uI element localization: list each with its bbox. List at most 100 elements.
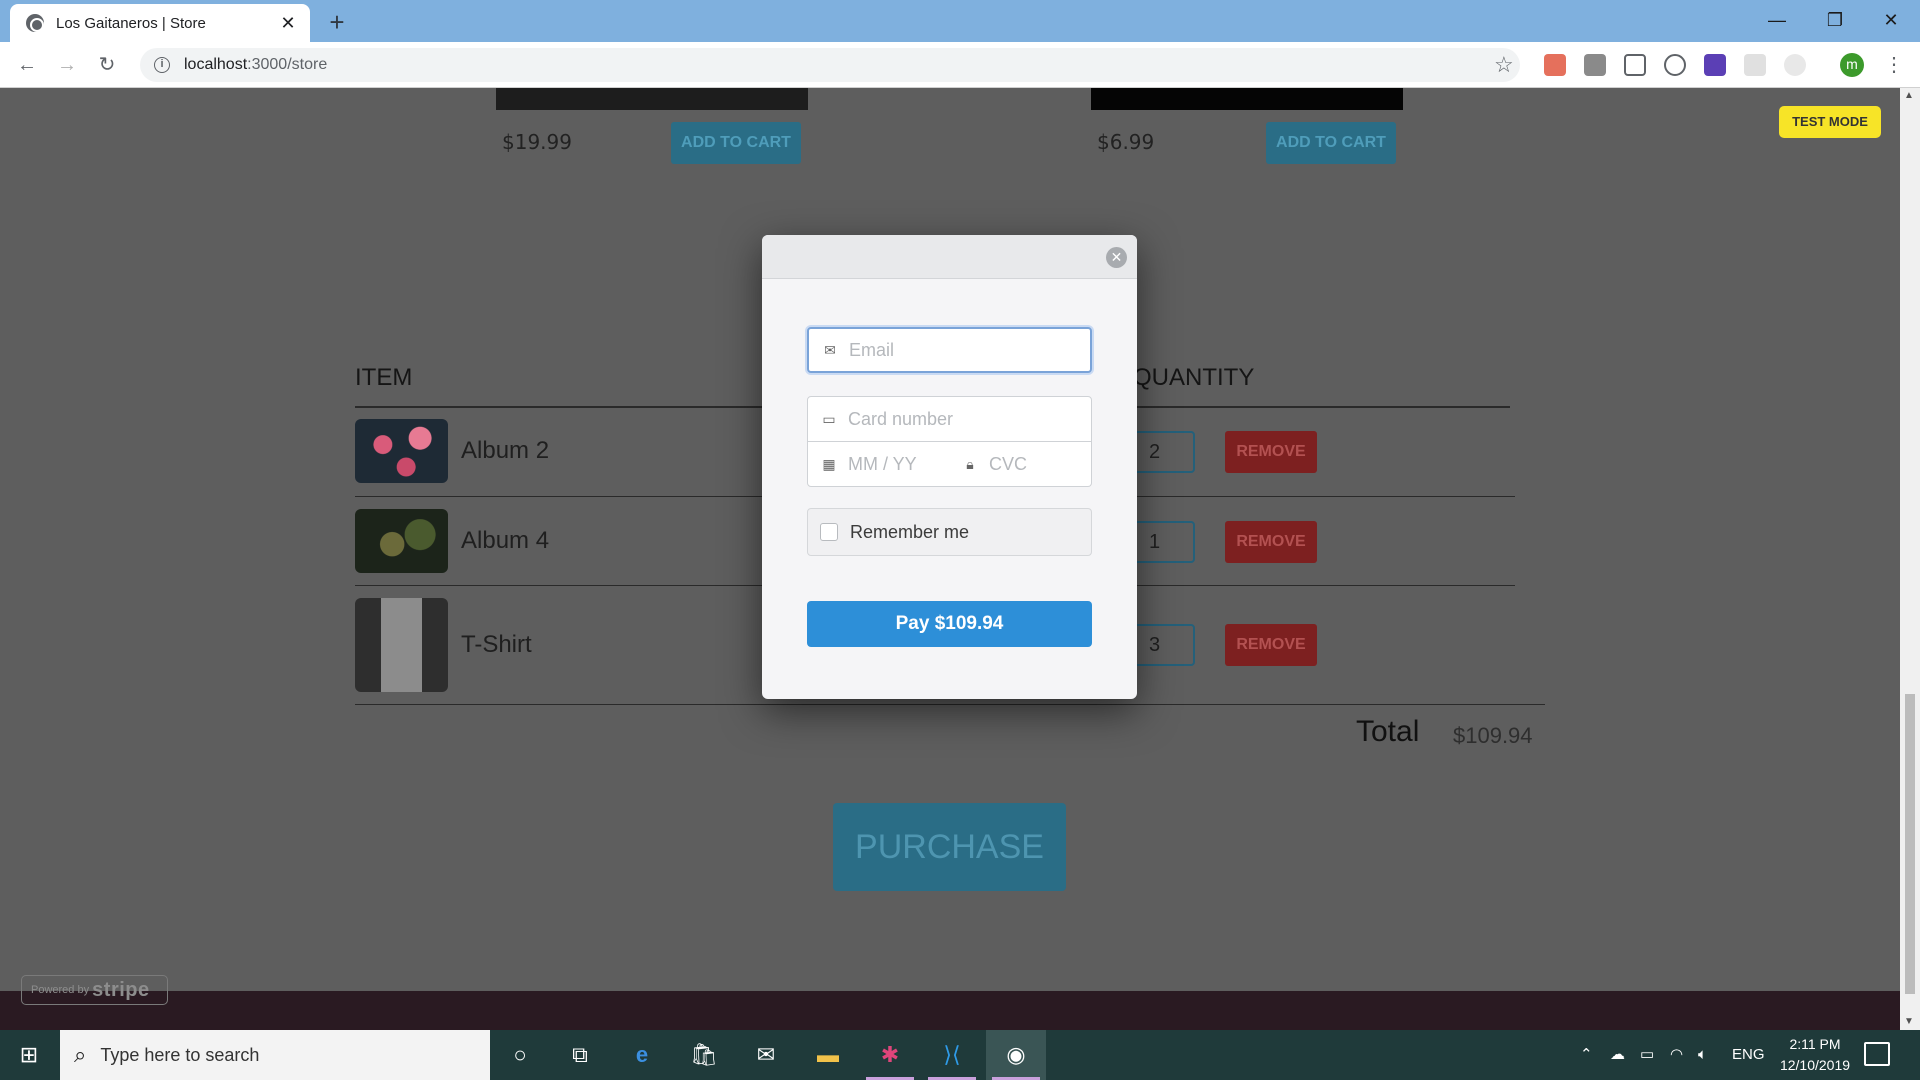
task-view-icon[interactable]: ⧉: [550, 1030, 610, 1080]
scroll-down-arrow-icon[interactable]: ▼: [1904, 1016, 1914, 1027]
cvc-placeholder: CVC: [989, 453, 1028, 474]
clock-time: 2:11 PM: [1789, 1036, 1841, 1052]
t-shirt-thumbnail: [355, 598, 448, 692]
page-scrollbar[interactable]: ▲ ▼: [1900, 88, 1920, 1030]
onedrive-icon[interactable]: ☁: [1610, 1030, 1625, 1080]
taskbar-search-placeholder: Type here to search: [100, 1044, 260, 1065]
scrollbar-thumb[interactable]: [1905, 694, 1915, 994]
edge-browser-icon[interactable]: e: [612, 1030, 672, 1080]
add-to-cart-button[interactable]: ADD TO CART: [1266, 122, 1396, 164]
expiry-field[interactable]: ▦ MM / YY: [807, 441, 950, 487]
expiry-placeholder: MM / YY: [848, 453, 917, 474]
product-image: [496, 88, 808, 110]
album-2-thumbnail: [355, 419, 448, 483]
reload-icon[interactable]: ↻: [92, 50, 122, 80]
volume-icon[interactable]: 🔈︎: [1698, 1030, 1707, 1080]
total-label: Total: [1356, 715, 1420, 748]
remember-me-label: Remember me: [850, 521, 970, 542]
clock-date: 12/10/2019: [1779, 1057, 1851, 1073]
minimize-icon[interactable]: —: [1748, 0, 1806, 40]
taskbar-search-box[interactable]: ⌕ Type here to search: [60, 1030, 490, 1080]
email-field[interactable]: ✉ Email: [807, 327, 1092, 373]
browser-toolbar: ← → ↻ i localhost:3000/store ☆ m ⋮: [0, 42, 1920, 88]
credit-card-icon: ▭: [822, 410, 836, 427]
total-value: $109.94: [1453, 723, 1533, 748]
tray-chevron-icon[interactable]: ⌃: [1580, 1030, 1593, 1080]
card-number-placeholder: Card number: [848, 408, 954, 429]
remove-button[interactable]: REMOVE: [1225, 431, 1317, 473]
mail-icon[interactable]: ✉: [736, 1030, 796, 1080]
calendar-icon: ▦: [822, 455, 836, 472]
notifications-icon[interactable]: [1864, 1042, 1890, 1066]
scroll-up-arrow-icon[interactable]: ▲: [1904, 90, 1914, 101]
tab-title: Los Gaitaneros | Store: [56, 14, 206, 32]
browser-tab-strip: Los Gaitaneros | Store ✕ + — ❐ ✕: [0, 0, 1920, 42]
product-image: [1091, 88, 1403, 110]
taskbar-clock[interactable]: 2:11 PM 12/10/2019: [1770, 1034, 1860, 1076]
wifi-icon[interactable]: ◠: [1670, 1030, 1683, 1080]
tab-close-icon[interactable]: ✕: [278, 13, 298, 34]
cvc-field[interactable]: 🔒︎ CVC: [949, 441, 1092, 487]
windows-taskbar: ⊞ ⌕ Type here to search ○ ⧉ e 🛍︎ ✉ ▬ ✱ ⟩…: [0, 1030, 1920, 1080]
card-number-field[interactable]: ▭ Card number: [807, 396, 1092, 442]
extension-icon[interactable]: [1664, 54, 1686, 76]
vscode-icon[interactable]: ⟩⟨: [922, 1030, 982, 1080]
total-divider: [355, 704, 1545, 705]
product-price: $6.99: [1097, 130, 1155, 154]
browser-tab[interactable]: Los Gaitaneros | Store ✕: [10, 4, 310, 42]
add-to-cart-button[interactable]: ADD TO CART: [671, 122, 801, 164]
store-icon[interactable]: 🛍︎: [674, 1030, 734, 1080]
purchase-button[interactable]: PURCHASE: [833, 803, 1066, 891]
extension-icon[interactable]: [1544, 54, 1566, 76]
product-price: $19.99: [502, 130, 572, 154]
new-tab-button[interactable]: +: [320, 6, 354, 40]
windows-start-icon[interactable]: ⊞: [0, 1030, 58, 1080]
modal-header: ✕: [762, 235, 1137, 279]
page-footer: [0, 991, 1900, 1030]
cart-item-name: Album 2: [461, 437, 550, 464]
chrome-icon[interactable]: ◉: [986, 1030, 1046, 1080]
slack-icon[interactable]: ✱: [860, 1030, 920, 1080]
drive-icon[interactable]: [1584, 54, 1606, 76]
modal-close-icon[interactable]: ✕: [1106, 247, 1127, 268]
envelope-icon: ✉: [824, 341, 836, 358]
extension-icon[interactable]: [1744, 54, 1766, 76]
cortana-icon[interactable]: ○: [490, 1030, 550, 1080]
powered-by-label: Powered by: [31, 984, 90, 996]
test-mode-badge: TEST MODE: [1779, 106, 1881, 138]
remove-button[interactable]: REMOVE: [1225, 624, 1317, 666]
bookmark-star-icon[interactable]: ☆: [1494, 52, 1514, 78]
info-icon[interactable]: i: [154, 57, 170, 73]
lock-icon: 🔒︎: [966, 455, 974, 472]
address-bar[interactable]: i localhost:3000/store: [140, 48, 1520, 82]
language-indicator[interactable]: ENG: [1732, 1030, 1765, 1080]
url-path: :3000/store: [247, 56, 328, 73]
url-text: localhost:3000/store: [184, 56, 327, 74]
remember-me-checkbox[interactable]: [820, 523, 838, 541]
window-close-icon[interactable]: ✕: [1862, 0, 1920, 40]
back-arrow-icon[interactable]: ←: [12, 50, 42, 80]
album-4-thumbnail: [355, 509, 448, 573]
cart-item-name: Album 4: [461, 527, 550, 554]
search-icon: ⌕: [74, 1042, 87, 1067]
pay-button[interactable]: Pay $109.94: [807, 601, 1092, 647]
cart-item-name: T-Shirt: [461, 631, 532, 658]
screenshot-icon[interactable]: [1624, 54, 1646, 76]
profile-avatar[interactable]: m: [1840, 53, 1864, 77]
globe-icon: [26, 14, 44, 32]
forward-arrow-icon[interactable]: →: [52, 50, 82, 80]
quantity-column-header: QUANTITY: [1133, 364, 1255, 391]
url-host: localhost: [184, 56, 248, 73]
powered-by-stripe-badge[interactable]: Powered by stripe: [21, 975, 168, 1005]
menu-kebab-icon[interactable]: ⋮: [1884, 52, 1904, 77]
checkmark-extension-icon[interactable]: [1704, 54, 1726, 76]
restore-icon[interactable]: ❐: [1806, 0, 1864, 40]
stripe-logo-text: stripe: [92, 979, 150, 1002]
extension-icon[interactable]: [1784, 54, 1806, 76]
remember-me-row[interactable]: Remember me: [807, 508, 1092, 556]
item-column-header: ITEM: [355, 364, 413, 391]
battery-icon[interactable]: ▭: [1640, 1030, 1654, 1080]
file-explorer-icon[interactable]: ▬: [798, 1030, 858, 1080]
stripe-checkout-modal: ✕ ✉ Email ▭ Card number ▦ MM / YY 🔒︎ CVC…: [762, 235, 1137, 699]
remove-button[interactable]: REMOVE: [1225, 521, 1317, 563]
